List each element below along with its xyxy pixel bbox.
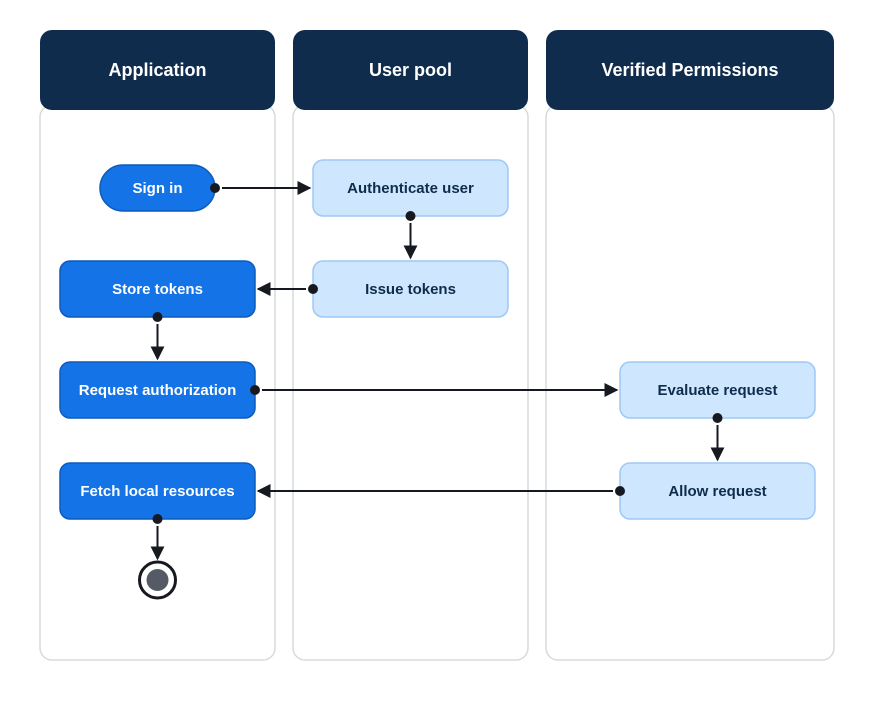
node-authenticate-user: Authenticate user [313, 160, 508, 216]
node-issue-tokens: Issue tokens [313, 261, 508, 317]
diagram-canvas: Application User pool Verified Permissio… [0, 0, 874, 705]
lane-application-title: Application [109, 60, 207, 80]
node-authenticate-user-label: Authenticate user [347, 180, 474, 197]
node-allow-request: Allow request [620, 463, 815, 519]
node-fetch-local-resources: Fetch local resources [60, 463, 255, 519]
lane-verified: Verified Permissions [546, 30, 834, 660]
node-sign-in-label: Sign in [133, 180, 183, 197]
node-store-tokens: Store tokens [60, 261, 255, 317]
lane-userpool: User pool [293, 30, 528, 660]
node-request-authorization-label: Request authorization [79, 382, 237, 399]
lane-userpool-title: User pool [369, 60, 452, 80]
node-allow-request-label: Allow request [668, 483, 766, 500]
node-evaluate-request-label: Evaluate request [657, 382, 777, 399]
node-store-tokens-label: Store tokens [112, 281, 203, 298]
node-sign-in: Sign in [100, 165, 215, 211]
node-evaluate-request: Evaluate request [620, 362, 815, 418]
lane-verified-title: Verified Permissions [601, 60, 778, 80]
node-issue-tokens-label: Issue tokens [365, 281, 456, 298]
node-fetch-local-resources-label: Fetch local resources [80, 483, 234, 500]
node-request-authorization: Request authorization [60, 362, 255, 418]
